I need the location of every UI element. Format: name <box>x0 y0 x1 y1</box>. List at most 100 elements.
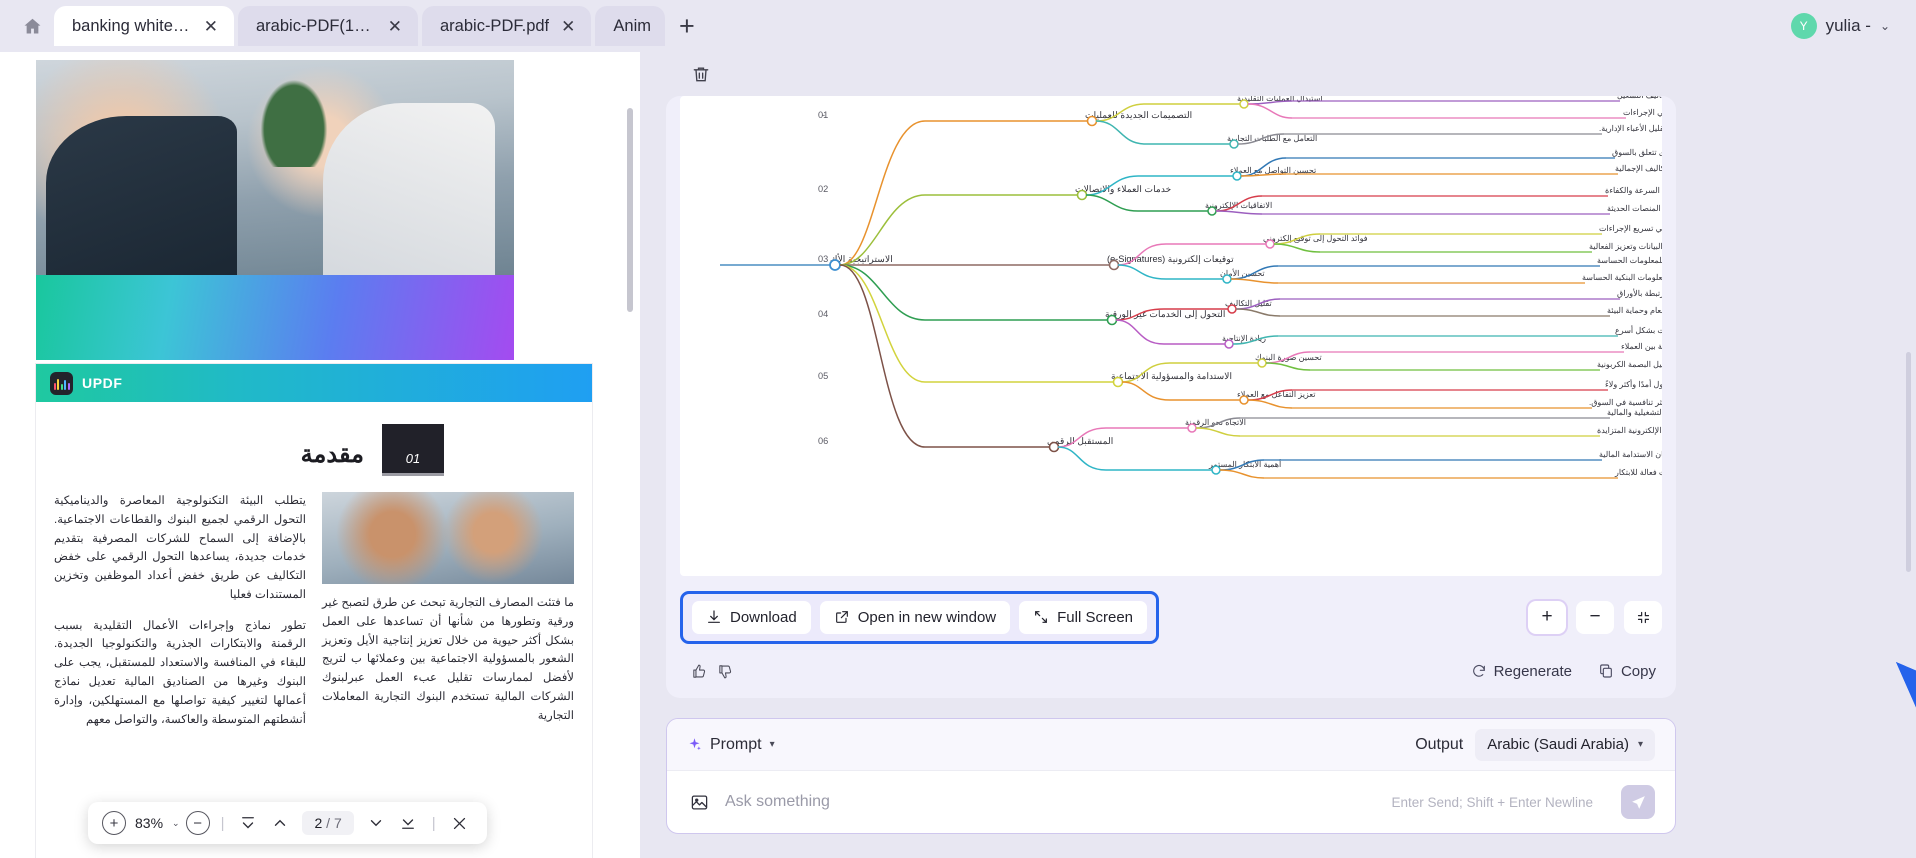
first-page-icon <box>242 817 255 829</box>
leaf-label: تقديم خدمات مالية مبتكرة وجذابة تجعل الب… <box>1589 396 1662 407</box>
prompt-composer: Prompt ▾ Output Arabic (Saudi Arabia) ▾ <box>666 718 1676 834</box>
tab-anim[interactable]: Anim <box>595 6 665 46</box>
ai-answer-card: .mm-txt{font-family:"Liberation Sans",sa… <box>666 96 1676 698</box>
pdf-column-left: ما فتئت المصارف التجارية تبحث عن طرق لتص… <box>322 492 574 741</box>
leaf-label: دية للأوراق والمعاملات التجارية، مما يؤد… <box>1623 106 1662 117</box>
leaf-label: وك استراتيجيات خضراء يمكن أن يعزز صورتها… <box>1621 340 1662 351</box>
pdf-section-header: 01 مقدمة <box>54 424 574 476</box>
regenerate-button[interactable]: Regenerate <box>1471 663 1572 680</box>
toolbar-divider: | <box>431 814 436 832</box>
mindmap-branch-02[interactable]: 02 خدمات العملاء والاتصالات <box>818 184 1171 201</box>
pdf-page-indicator[interactable]: 2 / 7 <box>302 811 354 835</box>
pdf-zoom-dropdown-icon[interactable]: ⌄ <box>172 818 180 829</box>
leaf-label: يتطلب المستقبل اعتماد التكنولوجيا الرقمي… <box>1607 408 1662 417</box>
annotation-arrow <box>1896 662 1916 708</box>
mindmap-branch-01[interactable]: 01 التصميمات الجديدة للعمليات - <box>818 110 1192 127</box>
thumbs-up-button[interactable] <box>686 658 712 684</box>
leaf-label: مكن أن يؤدي ذلك إلى تحسين إتاحية الموظفي… <box>1615 324 1662 335</box>
clear-chat-button[interactable] <box>686 59 716 89</box>
output-label: Output <box>1415 735 1464 753</box>
thumbs-up-icon <box>692 664 705 678</box>
prev-page-icon <box>275 819 286 826</box>
user-menu[interactable]: Y yulia - ⌄ <box>1790 13 1890 39</box>
pdf-document-body: 01 مقدمة ما فتئت المصارف التجارية تبحث ع… <box>36 402 592 741</box>
copy-button[interactable]: Copy <box>1598 663 1656 680</box>
branch-label: التصميمات الجديدة للعمليات <box>1085 110 1192 120</box>
pdf-scrollbar[interactable] <box>627 108 633 312</box>
collapse-icon <box>1637 611 1649 623</box>
ai-pane-scrollbar[interactable] <box>1906 352 1911 572</box>
pdf-total-pages: 7 <box>333 815 342 831</box>
next-page-icon <box>370 820 381 827</box>
pdf-last-page-button[interactable] <box>395 810 421 836</box>
external-link-icon <box>835 611 848 623</box>
download-label: Download <box>730 608 797 626</box>
copy-label: Copy <box>1620 662 1656 680</box>
expand-icon <box>1035 611 1048 623</box>
tab-label: Anim <box>613 16 651 35</box>
tab-close-icon[interactable]: ✕ <box>386 16 404 37</box>
leaf-label: لإلكترونية يريد من كفاءة العمليات التجار… <box>1599 224 1662 233</box>
mindmap-canvas[interactable]: .mm-txt{font-family:"Liberation Sans",sa… <box>680 96 1662 576</box>
new-tab-button[interactable]: + <box>669 12 705 40</box>
home-button[interactable] <box>10 4 54 48</box>
image-icon <box>691 795 707 809</box>
tab-arabic-pdf[interactable]: arabic-PDF.pdf ✕ <box>422 6 592 46</box>
full-screen-label: Full Screen <box>1057 608 1134 626</box>
mindmap-zoom-out-button[interactable]: − <box>1576 600 1614 634</box>
tab-arabic-pdf-1[interactable]: arabic-PDF(1)…. ✕ <box>238 6 418 46</box>
pdf-page-2: UPDF 01 مقدمة ما فتئت المصارف التجارية ت… <box>36 364 592 858</box>
prompt-selector[interactable]: Prompt ▾ <box>687 736 775 754</box>
composer-hint: Enter Send; Shift + Enter Newline <box>1391 794 1594 810</box>
open-in-new-window-button[interactable]: Open in new window <box>819 600 1011 634</box>
mindmap-subnode-12[interactable]: أهمية الابتكار المستمر <box>1057 446 1281 475</box>
download-button[interactable]: Download <box>692 600 811 634</box>
answer-feedback-row: Regenerate Copy <box>686 654 1656 688</box>
prompt-input[interactable]: Ask something <box>725 793 830 811</box>
pdf-prev-page-button[interactable] <box>267 810 293 836</box>
sparkle-icon <box>689 738 701 751</box>
cover-photo <box>36 60 514 275</box>
tab-close-icon[interactable]: ✕ <box>559 16 577 37</box>
mindmap-svg: .mm-txt{font-family:"Liberation Sans",sa… <box>720 96 1662 479</box>
thumbs-down-button[interactable] <box>712 658 738 684</box>
tab-label: arabic-PDF(1)…. <box>256 16 376 35</box>
inline-photo <box>322 492 574 584</box>
leaf-label: مكن أن يؤدي التحول إلى الخدمات غير الورق… <box>1617 287 1662 298</box>
attach-image-button[interactable] <box>687 790 711 814</box>
branch-label: الاستدامة والمسؤولية الاجتماعية <box>1111 371 1232 382</box>
pdf-close-button[interactable] <box>447 810 473 836</box>
pdf-scroll-area[interactable]: UPDF 01 مقدمة ما فتئت المصارف التجارية ت… <box>0 52 640 858</box>
prompt-label: Prompt <box>710 735 762 753</box>
mindmap-zoom-controls: + − <box>1528 600 1662 634</box>
mindmap-subnode-6[interactable]: تحسين الأمان <box>1117 264 1265 284</box>
send-button[interactable] <box>1621 785 1655 819</box>
pdf-first-page-button[interactable] <box>235 810 261 836</box>
thumbs-down-icon <box>718 664 731 678</box>
svg-text:-: - <box>822 110 825 120</box>
chevron-down-icon[interactable]: ⌄ <box>1880 19 1890 33</box>
pdf-columns: ما فتئت المصارف التجارية تبحث عن طرق لتص… <box>54 492 574 741</box>
full-screen-button[interactable]: Full Screen <box>1019 600 1148 634</box>
leaf-label: تقليل الوقت المستغرق في معالجة الوثائق و… <box>1589 242 1662 251</box>
pdf-section-title: مقدمة <box>300 441 364 468</box>
output-language-select[interactable]: Arabic (Saudi Arabia) ▾ <box>1475 728 1655 761</box>
mindmap-fit-button[interactable] <box>1624 600 1662 634</box>
tab-banking-whitepaper[interactable]: banking whitep… ✕ <box>54 6 234 46</box>
answer-actions: Regenerate Copy <box>1471 663 1656 680</box>
pdf-next-page-button[interactable] <box>363 810 389 836</box>
copy-icon <box>1600 664 1612 678</box>
leaf-label: تساعد أنظمة الأمان الرقمي في حماية المعل… <box>1582 271 1662 282</box>
mindmap-subnode-10[interactable]: تعزيز التفاعل مع العملاء <box>1121 381 1315 405</box>
mindmap-branch-05[interactable]: 05 الاستدامة والمسؤولية الاجتماعية <box>818 371 1232 388</box>
mindmap-subnode-4[interactable]: الاتفاقيات الإلكترونية <box>1085 194 1272 216</box>
updf-brand-label: UPDF <box>82 375 123 391</box>
mindmap-zoom-in-button[interactable]: + <box>1528 600 1566 634</box>
pdf-zoom-out-button[interactable]: − <box>185 811 210 835</box>
regenerate-label: Regenerate <box>1493 662 1572 680</box>
leaf-label: ستخدام التكنولوجيات الرقمية يمكن أن يحسن… <box>1615 162 1662 173</box>
chevron-down-icon[interactable]: ▾ <box>1638 739 1643 750</box>
tab-close-icon[interactable]: ✕ <box>202 16 220 37</box>
prompt-chevron-icon[interactable]: ▾ <box>770 739 775 750</box>
pdf-zoom-in-button[interactable]: + <box>102 811 126 835</box>
